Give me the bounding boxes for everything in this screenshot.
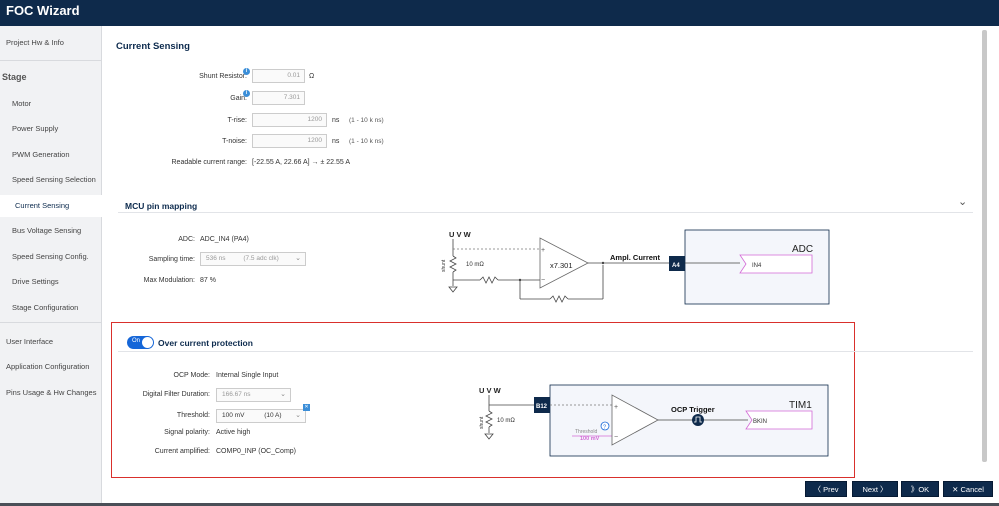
- ok-button[interactable]: 》OK: [901, 481, 939, 497]
- sidebar-item-motor[interactable]: Motor: [0, 93, 102, 115]
- signal-polarity-label: Signal polarity:: [164, 429, 210, 436]
- sidebar-item-speed-sensing-selection[interactable]: Speed Sensing Selection: [0, 169, 102, 191]
- ocp-mode-value: Internal Single Input: [216, 372, 279, 379]
- pin-a4: A4: [672, 263, 680, 269]
- resistor-label: 10 mΩ: [466, 262, 484, 268]
- sidebar-item-current-sensing[interactable]: Current Sensing: [0, 195, 102, 217]
- uvw-label: U V W: [449, 230, 472, 239]
- adc-label: ADC:: [178, 236, 195, 243]
- ampl-current-label: Ampl. Current: [610, 253, 661, 262]
- gain-factor: x7.301: [550, 261, 573, 270]
- sidebar-divider: [0, 60, 102, 61]
- section-divider: [118, 351, 973, 352]
- bkin-input-label: BKIN: [753, 419, 767, 425]
- threshold-diagram-value: 100 mV: [580, 436, 600, 442]
- trise-label: T-rise:: [227, 117, 247, 124]
- ocp-mode-label: OCP Mode:: [173, 372, 210, 379]
- ocp-circuit-diagram: U V W shunt 10 mΩ B12 Threshold 100 mV ?…: [479, 384, 829, 457]
- threshold-value: 100 mV: [222, 412, 245, 419]
- readable-range-value: [-22.55 A, 22.66 A] → ± 22.55 A: [252, 159, 351, 166]
- sampling-time-select[interactable]: 536 ns (7.5 adc clk) ⌄: [200, 252, 306, 266]
- gain-input[interactable]: 7.301: [252, 91, 305, 105]
- max-modulation-value: 87 %: [200, 277, 216, 284]
- sidebar-item-user-interface[interactable]: User Interface: [0, 331, 102, 353]
- tim1-block-label: TIM1: [789, 400, 812, 411]
- ocp-toggle[interactable]: On: [127, 336, 154, 349]
- adc-value: ADC_IN4 (PA4): [200, 236, 249, 243]
- info-icon[interactable]: i: [243, 90, 250, 97]
- chevron-down-icon: ⌄: [280, 391, 286, 398]
- plus-sign: +: [614, 404, 618, 411]
- tnoise-range: (1 - 10 k ns): [349, 138, 384, 145]
- ocp-title: Over current protection: [158, 338, 253, 348]
- ocp-toggle-label: On: [132, 338, 141, 344]
- shunt-unit: Ω: [309, 73, 315, 80]
- current-amplified-value: COMP0_INP (OC_Comp): [216, 448, 297, 455]
- uvw-label: U V W: [479, 386, 502, 395]
- next-button[interactable]: Next 〉: [852, 481, 898, 497]
- sampling-time-value: 536 ns: [206, 255, 226, 262]
- help-icon[interactable]: ?: [603, 425, 606, 431]
- plus-sign: +: [541, 247, 545, 254]
- shunt-resistor-label: Shunt Resistor:: [199, 73, 247, 80]
- trise-range: (1 - 10 k ns): [349, 117, 384, 124]
- trise-input[interactable]: 1200: [252, 113, 327, 127]
- threshold-small-label: Threshold: [575, 429, 597, 435]
- sidebar-item-pwm-generation[interactable]: PWM Generation: [0, 144, 102, 166]
- tnoise-label: T-noise:: [222, 138, 247, 145]
- digital-filter-select[interactable]: 166.67 ns ⌄: [216, 388, 291, 402]
- readable-range-label: Readable current range:: [171, 159, 248, 166]
- sidebar-divider: [0, 322, 102, 323]
- shunt-label: shunt: [479, 416, 485, 429]
- shunt-label: shunt: [441, 259, 447, 272]
- minus-sign: −: [541, 277, 545, 284]
- ocp-trigger-label: OCP Trigger: [671, 405, 715, 414]
- adc-circuit-diagram: U V W shunt 10 mΩ + − x7.301 Ampl. Curre…: [441, 229, 830, 305]
- sampling-time-label: Sampling time:: [148, 256, 195, 263]
- signal-polarity-value: Active high: [216, 429, 251, 436]
- digital-filter-value: 166.67 ns: [222, 391, 251, 398]
- toggle-knob: [142, 337, 153, 348]
- threshold-label: Threshold:: [176, 412, 210, 419]
- current-amplified-label: Current amplified:: [154, 448, 210, 455]
- page-title: Current Sensing: [116, 41, 190, 52]
- clear-threshold-icon[interactable]: ✕: [303, 404, 310, 411]
- vertical-scrollbar[interactable]: [982, 30, 987, 462]
- cancel-button[interactable]: ✕ Cancel: [943, 481, 993, 497]
- title-bar: FOC Wizard: [0, 0, 999, 26]
- tnoise-unit: ns: [332, 138, 340, 145]
- pin-b12: B12: [536, 404, 548, 410]
- info-icon[interactable]: i: [243, 68, 250, 75]
- chevron-down-icon: ⌄: [295, 255, 301, 262]
- threshold-extra: (10 A): [264, 412, 282, 419]
- tnoise-input[interactable]: 1200: [252, 134, 327, 148]
- adc-input-label: IN4: [752, 263, 762, 269]
- max-modulation-label: Max Modulation:: [143, 277, 195, 284]
- mcu-pin-mapping-title: MCU pin mapping: [125, 201, 198, 211]
- minus-sign: −: [614, 434, 618, 441]
- shunt-resistor-input[interactable]: 0.01: [252, 69, 305, 83]
- sidebar-item-power-supply[interactable]: Power Supply: [0, 118, 102, 140]
- trise-unit: ns: [332, 117, 340, 124]
- digital-filter-label: Digital Filter Duration:: [142, 391, 210, 398]
- prev-button[interactable]: 〈 Prev: [805, 481, 847, 497]
- sampling-time-extra: (7.5 adc clk): [243, 255, 279, 262]
- chevron-down-icon: ⌄: [295, 412, 301, 419]
- threshold-select[interactable]: 100 mV (10 A) ⌄: [216, 409, 306, 423]
- app-title: FOC Wizard: [6, 3, 80, 18]
- sidebar-stage-header: Stage: [2, 72, 27, 82]
- gain-label: Gain:: [230, 95, 247, 102]
- sidebar-item-stage-configuration[interactable]: Stage Configuration: [0, 297, 102, 319]
- section-divider: [118, 212, 973, 213]
- resistor-label: 10 mΩ: [497, 418, 515, 424]
- sidebar-item-project[interactable]: Project Hw & Info: [0, 32, 102, 54]
- chevron-down-icon[interactable]: ⌄: [958, 195, 967, 208]
- adc-block-label: ADC: [792, 244, 813, 255]
